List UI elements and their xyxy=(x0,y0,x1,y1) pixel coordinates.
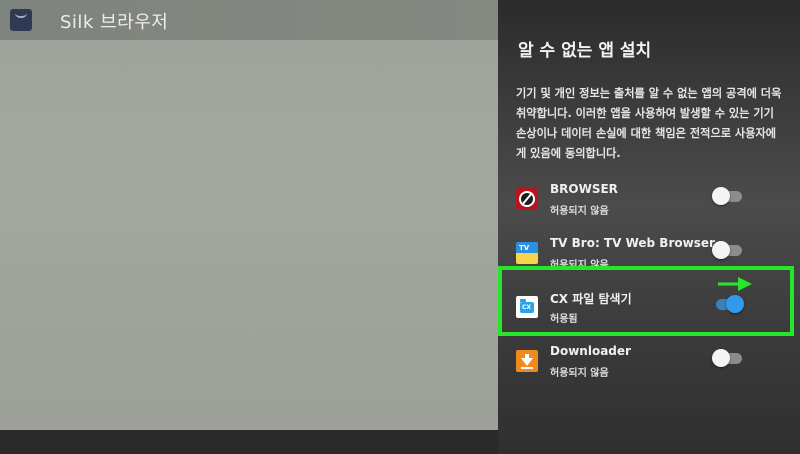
app-header: Silk 브라우저 xyxy=(0,0,498,40)
unknown-apps-dialog: 알 수 없는 앱 설치 기기 및 개인 정보는 출처를 알 수 없는 앱의 공격… xyxy=(498,0,800,454)
app-status: 허용되지 않음 xyxy=(550,206,609,217)
browser-icon xyxy=(516,188,538,210)
app-name: TV Bro: TV Web Browser xyxy=(550,236,715,250)
app-row-downloader[interactable]: Downloader 허용되지 않음 xyxy=(498,338,800,392)
app-name: CX 파일 탐색기 xyxy=(550,292,632,306)
toggle-switch[interactable] xyxy=(712,348,744,368)
background-app: Silk 브라우저 xyxy=(0,0,498,454)
app-status: 허용되지 않음 xyxy=(550,368,609,379)
toggle-switch[interactable] xyxy=(712,294,744,314)
app-row-browser[interactable]: BROWSER 허용되지 않음 xyxy=(498,176,800,230)
app-row-tv-bro[interactable]: TV TV Bro: TV Web Browser 허용되지 않음 xyxy=(498,230,800,284)
toggle-switch[interactable] xyxy=(712,186,744,206)
toggle-switch[interactable] xyxy=(712,240,744,260)
cx-file-explorer-icon: CX xyxy=(516,296,538,318)
arrow-right-icon xyxy=(718,277,752,291)
dialog-description: 기기 및 개인 정보는 출처를 알 수 없는 앱의 공격에 더욱 취약합니다. … xyxy=(516,87,782,160)
dialog-title: 알 수 없는 앱 설치 xyxy=(518,41,652,61)
app-name: Downloader xyxy=(550,344,631,358)
tv-bro-icon: TV xyxy=(516,242,538,264)
app-title: Silk 브라우저 xyxy=(60,12,169,33)
app-status: 허용되지 않음 xyxy=(550,260,609,271)
app-name: BROWSER xyxy=(550,182,618,196)
downloader-icon xyxy=(516,350,538,372)
app-status: 허용됨 xyxy=(550,314,578,325)
app-row-cx-file-explorer[interactable]: CX CX 파일 탐색기 허용됨 xyxy=(498,284,800,338)
background-bottom-bar xyxy=(0,430,498,454)
silk-logo-icon xyxy=(10,9,32,31)
